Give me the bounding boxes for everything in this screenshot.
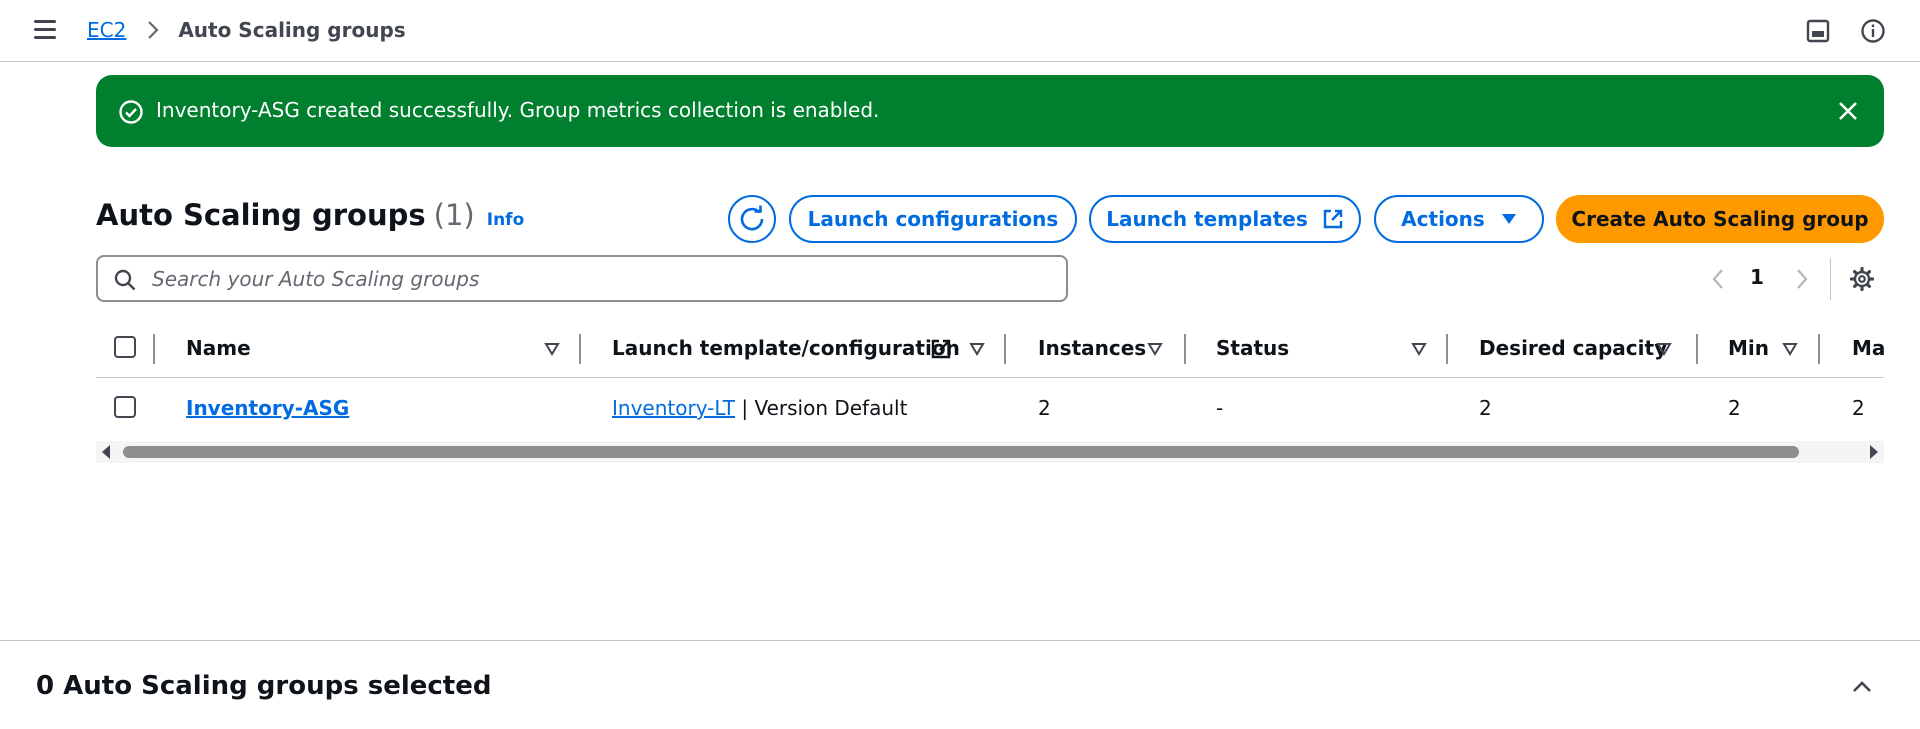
info-icon[interactable] (1860, 18, 1886, 44)
create-auto-scaling-group-button[interactable]: Create Auto Scaling group (1556, 195, 1884, 243)
column-divider (1004, 334, 1006, 364)
asg-name-link[interactable]: Inventory-ASG (186, 396, 349, 420)
group-count: (1) (433, 198, 475, 232)
refresh-button[interactable] (728, 195, 776, 243)
horizontal-scrollbar[interactable] (96, 441, 1884, 463)
launch-template-version: | Version Default (735, 396, 908, 420)
column-divider (1184, 334, 1186, 364)
create-label: Create Auto Scaling group (1571, 207, 1869, 231)
search-input[interactable] (152, 257, 1052, 300)
flash-message: Inventory-ASG created successfully. Grou… (156, 98, 880, 122)
table-row[interactable] (96, 378, 1884, 438)
instances-cell: 2 (1038, 396, 1051, 420)
launch-configurations-label: Launch configurations (807, 207, 1059, 231)
actions-label: Actions (1401, 207, 1485, 231)
refresh-icon (740, 205, 764, 231)
scroll-right-arrow-icon[interactable] (1870, 445, 1878, 459)
sort-icon[interactable] (969, 341, 985, 357)
gear-icon[interactable] (1849, 266, 1875, 292)
actions-dropdown-button[interactable]: Actions (1374, 195, 1544, 243)
auto-scaling-groups-table: Name Launch template/configuration Insta… (96, 320, 1884, 460)
breadcrumb: EC2 Auto Scaling groups (87, 18, 406, 42)
desired-capacity-cell: 2 (1479, 396, 1492, 420)
caret-down-icon (1501, 214, 1516, 224)
breadcrumb-current: Auto Scaling groups (178, 18, 406, 42)
menu-icon[interactable] (34, 20, 58, 42)
selection-summary: 0 Auto Scaling groups selected (36, 671, 492, 701)
column-divider (1446, 334, 1448, 364)
launch-template-cell: Inventory-LT | Version Default (612, 396, 907, 420)
launch-templates-button[interactable]: Launch templates (1089, 195, 1361, 243)
search-box (96, 255, 1068, 302)
launch-configurations-button[interactable]: Launch configurations (789, 195, 1077, 243)
breadcrumb-ec2-link[interactable]: EC2 (87, 18, 126, 42)
close-icon[interactable] (1836, 99, 1860, 123)
pager-divider (1830, 258, 1831, 300)
success-check-icon (119, 100, 143, 124)
status-cell: - (1216, 396, 1224, 420)
select-all-checkbox[interactable] (114, 336, 136, 358)
page-title: Auto Scaling groups (1) Info (96, 198, 524, 232)
table-header: Name Launch template/configuration Insta… (96, 320, 1884, 378)
page-title-text: Auto Scaling groups (96, 198, 426, 232)
column-header-instances[interactable]: Instances (1038, 336, 1146, 360)
column-divider (153, 334, 155, 364)
column-divider (579, 334, 581, 364)
info-link[interactable]: Info (487, 210, 525, 230)
column-header-status[interactable]: Status (1216, 336, 1289, 360)
sort-icon[interactable] (1782, 341, 1798, 357)
launch-template-link[interactable]: Inventory-LT (612, 396, 735, 420)
sort-icon[interactable] (1656, 341, 1672, 357)
min-cell: 2 (1728, 396, 1741, 420)
previous-page-icon[interactable] (1708, 266, 1728, 292)
split-panel-icon[interactable] (1805, 18, 1831, 44)
column-header-max[interactable]: Max (1852, 336, 1884, 360)
column-header-min[interactable]: Min (1728, 336, 1769, 360)
chevron-right-icon (148, 21, 159, 39)
split-panel: 0 Auto Scaling groups selected (0, 640, 1920, 729)
search-icon (114, 269, 136, 291)
external-link-icon (931, 339, 951, 359)
top-navigation-bar: EC2 Auto Scaling groups (0, 0, 1920, 62)
column-header-desired-capacity[interactable]: Desired capacity (1479, 336, 1667, 360)
success-flash-banner: Inventory-ASG created successfully. Grou… (96, 75, 1884, 147)
scroll-left-arrow-icon[interactable] (102, 445, 110, 459)
sort-icon[interactable] (1147, 341, 1163, 357)
column-divider (1696, 334, 1698, 364)
sort-icon[interactable] (1411, 341, 1427, 357)
column-header-name[interactable]: Name (186, 336, 251, 360)
launch-templates-label: Launch templates (1106, 207, 1308, 231)
page-number[interactable]: 1 (1750, 265, 1764, 289)
row-checkbox[interactable] (114, 396, 136, 418)
sort-icon[interactable] (544, 341, 560, 357)
max-cell: 2 (1852, 396, 1865, 420)
column-header-launch-template[interactable]: Launch template/configuration (612, 336, 960, 360)
chevron-up-icon[interactable] (1850, 675, 1874, 699)
column-divider (1818, 334, 1820, 364)
next-page-icon[interactable] (1792, 266, 1812, 292)
external-link-icon (1323, 209, 1342, 229)
scrollbar-thumb[interactable] (123, 446, 1799, 458)
